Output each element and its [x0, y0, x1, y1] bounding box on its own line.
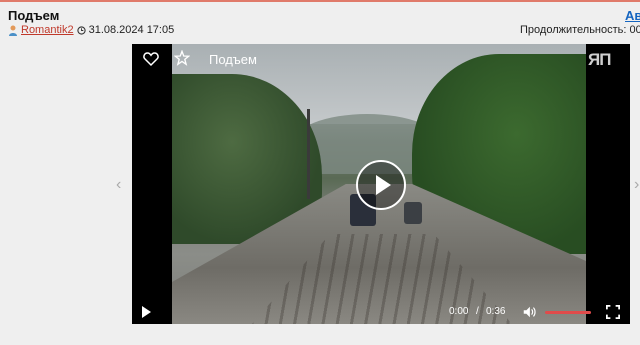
post-datetime: 31.08.2024 17:05	[88, 24, 175, 36]
current-time: 0:00	[449, 306, 469, 317]
top-accent-line	[0, 0, 640, 2]
video-controls: 0:00 / 0:36	[132, 300, 630, 324]
post-title: Подъем	[8, 8, 60, 23]
video-top-bar: Подъем ЯП	[132, 44, 630, 74]
heart-icon[interactable]	[142, 50, 160, 68]
next-arrow-icon[interactable]: ›	[634, 176, 639, 194]
channel-logo: ЯП	[588, 50, 611, 69]
video-player[interactable]: Подъем ЯП 0:00 / 0:36	[132, 44, 630, 324]
total-time: 0:36	[486, 306, 506, 317]
volume-slider[interactable]	[545, 311, 591, 314]
big-play-button[interactable]	[356, 160, 406, 210]
post-meta: Romantik2 31.08.2024 17:05	[8, 24, 174, 36]
prev-arrow-icon[interactable]: ‹	[116, 176, 121, 194]
duration-label: Продолжительность: 00	[520, 24, 640, 36]
clock-icon	[76, 25, 86, 35]
play-icon[interactable]	[142, 306, 151, 318]
video-title: Подъем	[209, 52, 257, 67]
time-separator: /	[476, 306, 479, 317]
header-right-link[interactable]: Ав	[625, 8, 640, 23]
star-icon[interactable]	[174, 50, 190, 66]
author-link[interactable]: Romantik2	[21, 24, 74, 36]
user-icon	[9, 25, 17, 36]
volume-icon[interactable]	[522, 305, 536, 319]
fullscreen-icon[interactable]	[606, 305, 620, 319]
car-in-video	[404, 202, 422, 224]
